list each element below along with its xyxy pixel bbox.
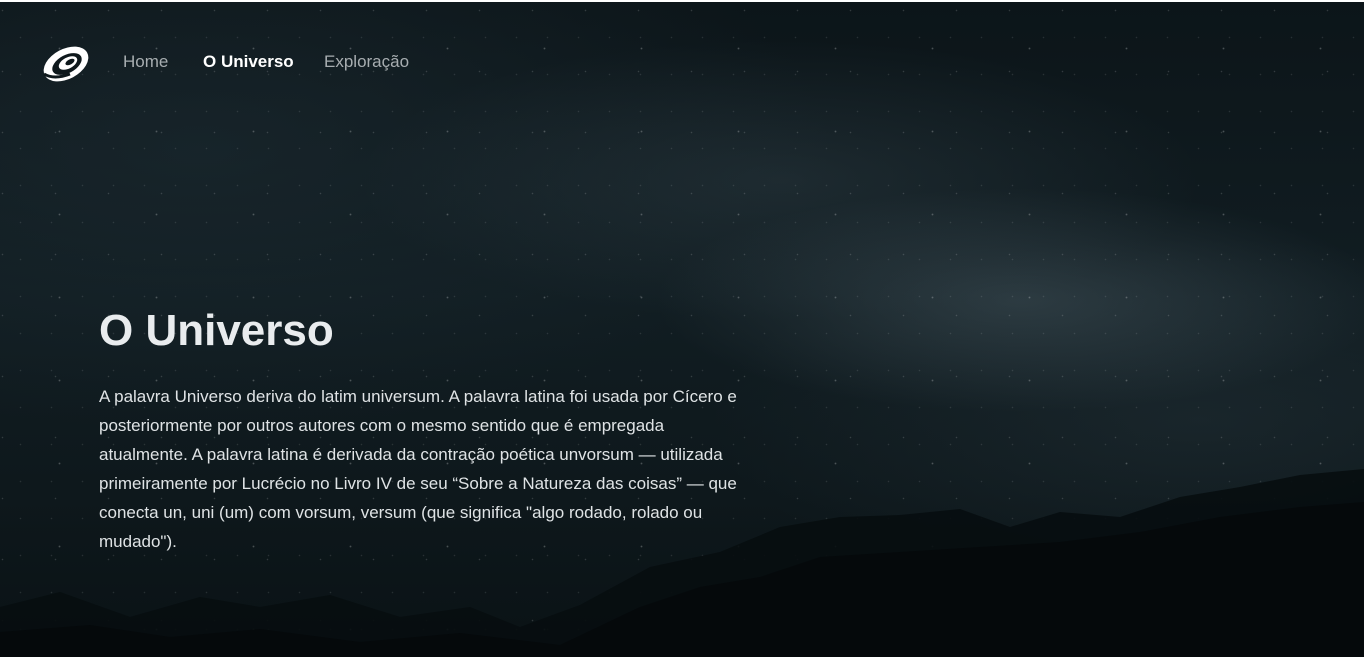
nav-link-exploracao[interactable]: Exploração <box>324 52 409 72</box>
hero-section: Home O Universo Exploração O Universo A … <box>0 0 1364 657</box>
main-content: O Universo A palavra Universo deriva do … <box>99 300 739 556</box>
page-title: O Universo <box>99 306 334 355</box>
nav-link-o-universo[interactable]: O Universo <box>203 52 294 72</box>
intro-paragraph: A palavra Universo deriva do latim unive… <box>99 387 737 551</box>
nav-link-home[interactable]: Home <box>123 52 168 72</box>
navbar: Home O Universo Exploração <box>0 2 1364 122</box>
swirl-logo-icon[interactable] <box>40 40 92 84</box>
